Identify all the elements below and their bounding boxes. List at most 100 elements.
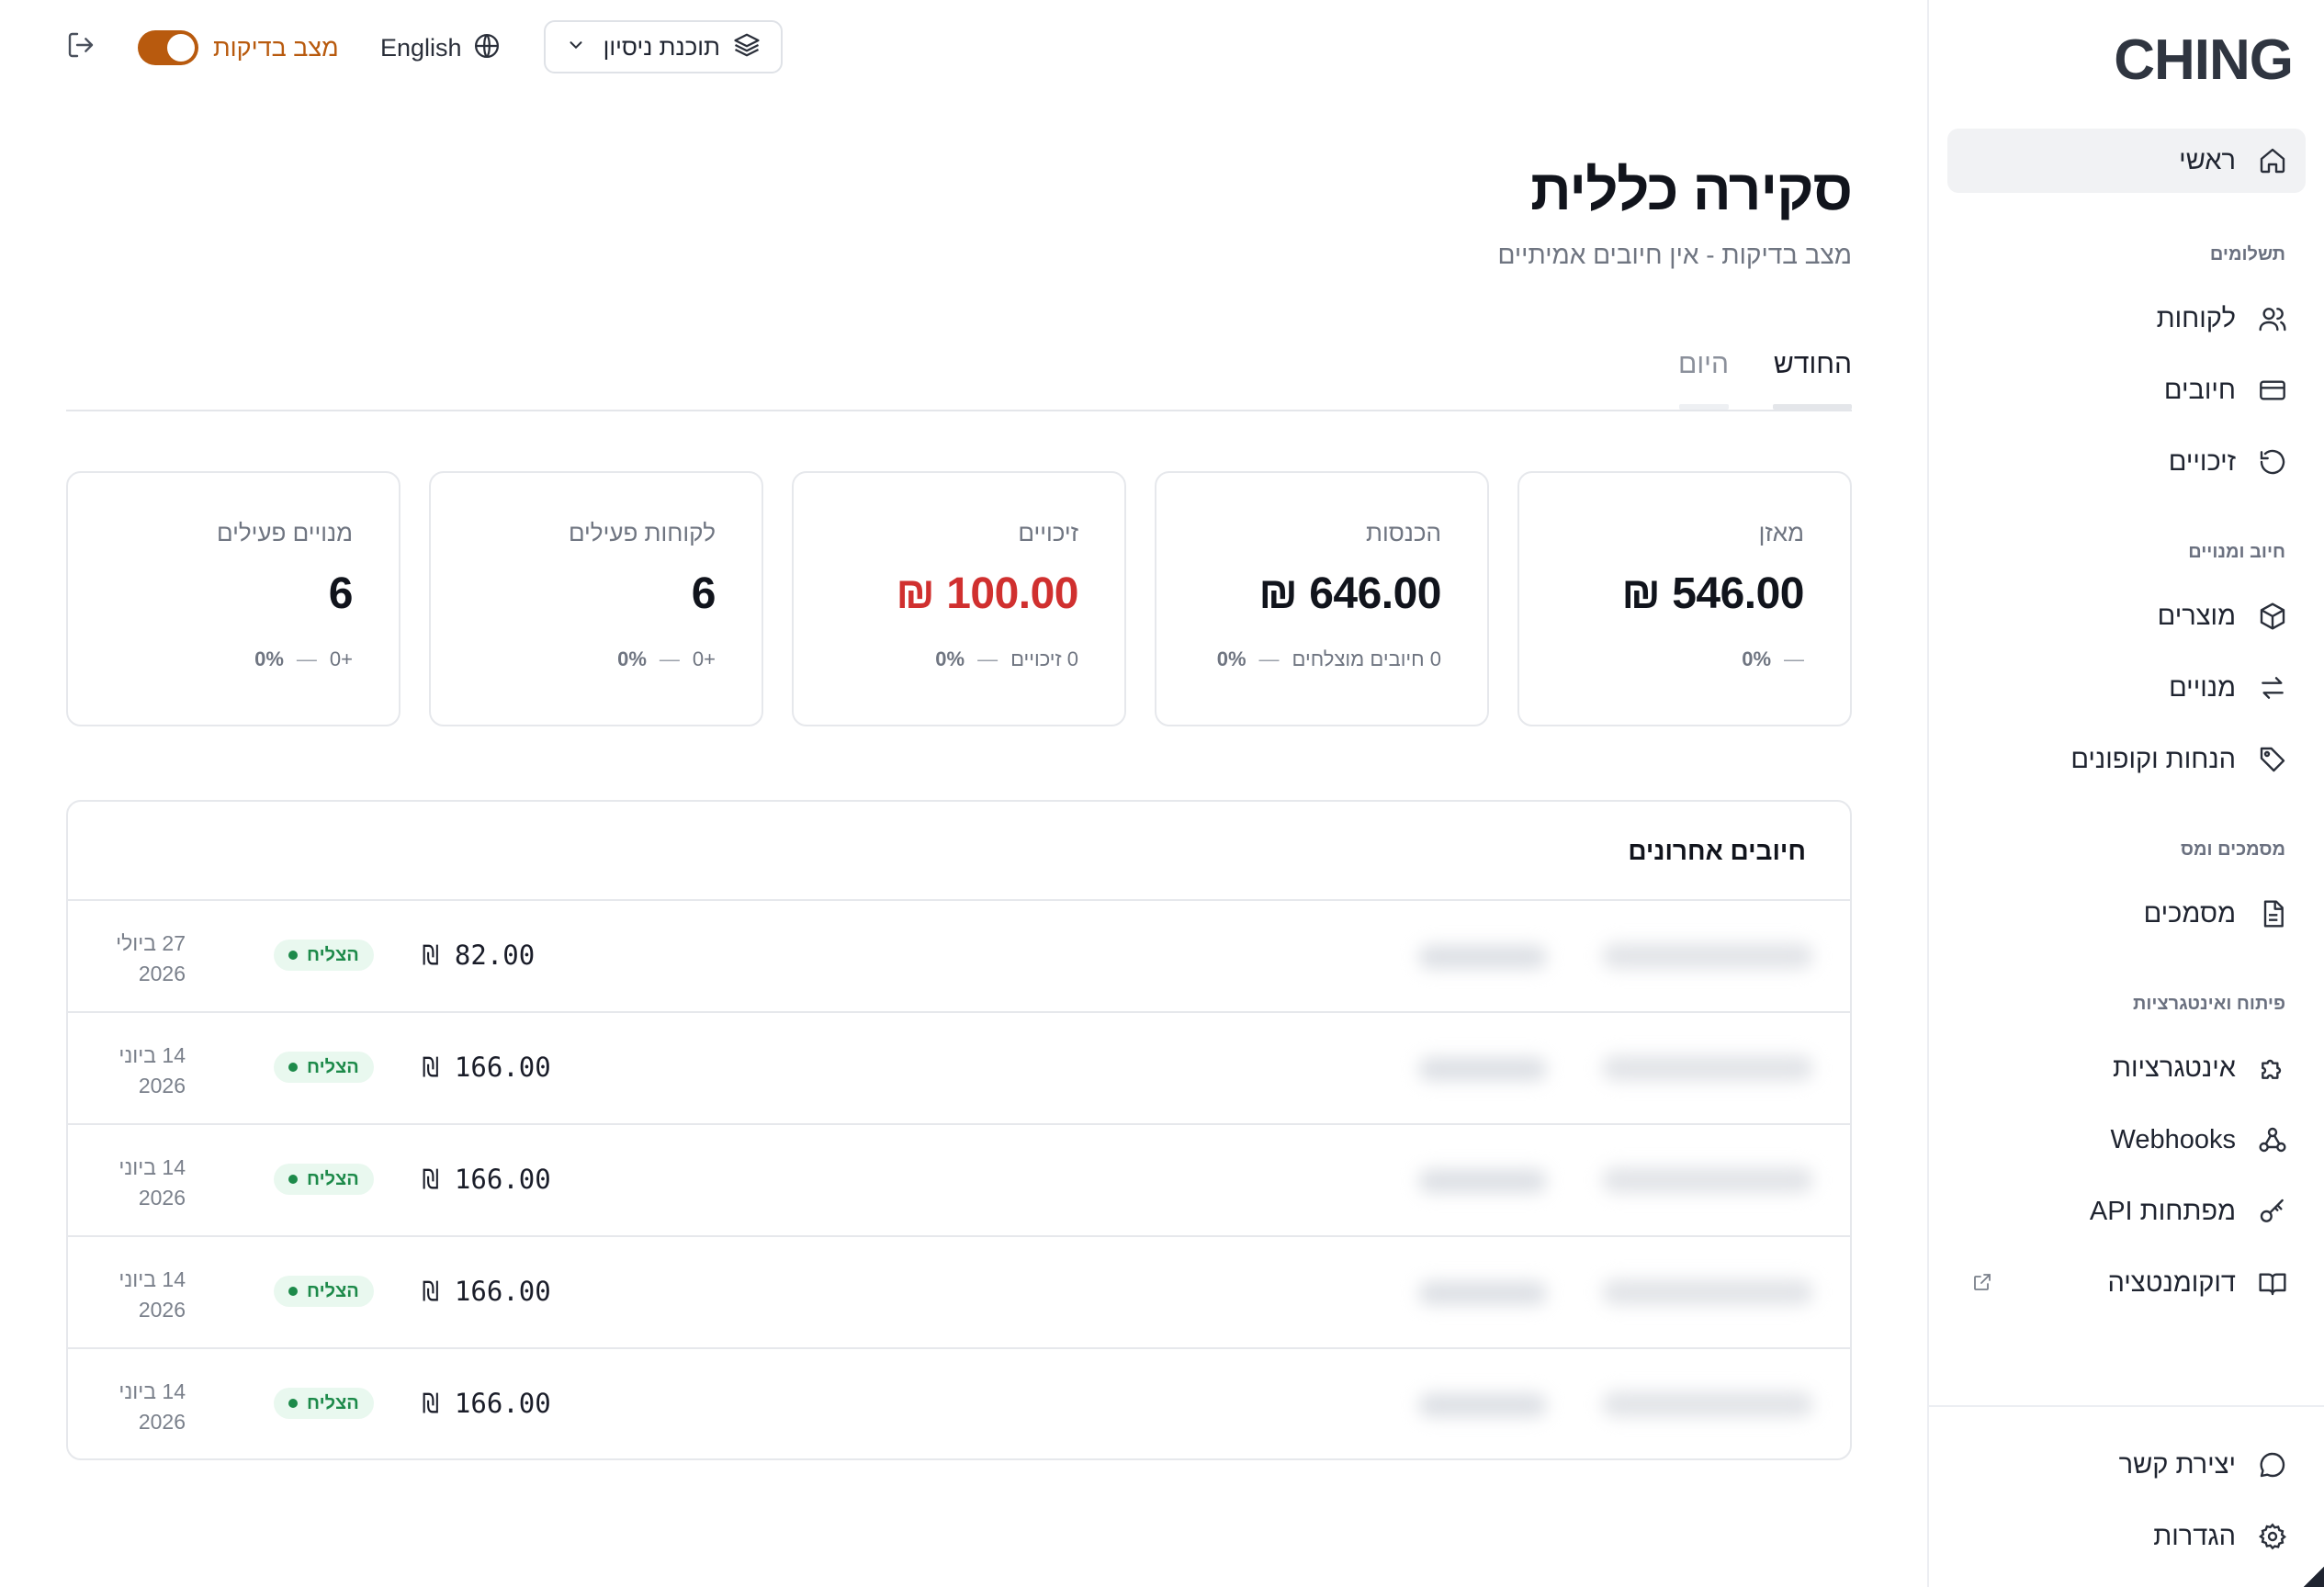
test-mode-toggle[interactable]: מצב בדיקות — [138, 28, 339, 68]
section-documents: מסמכים ומס — [2181, 839, 2285, 860]
sidebar-item-subscriptions[interactable]: מנויים — [1947, 656, 2306, 720]
stat-value: 100.00 ₪ — [896, 569, 1078, 618]
status-dot — [288, 1175, 298, 1184]
language-switch[interactable]: English — [380, 28, 501, 68]
sidebar-item-home[interactable]: ראשי — [1947, 129, 2306, 193]
sidebar-item-label: מסמכים — [2143, 898, 2236, 929]
status-badge: הצליח — [274, 1164, 374, 1195]
stat-percent: 0% — [935, 647, 965, 670]
sidebar-item-documents[interactable]: מסמכים — [1947, 882, 2306, 946]
status-badge: הצליח — [274, 1388, 374, 1419]
logout-button[interactable] — [66, 31, 97, 62]
stat-card-balance: מאזן 546.00 ₪ — 0% — [1517, 471, 1852, 726]
trend-dash: — — [977, 647, 998, 670]
stat-label: מאזן — [1758, 519, 1804, 546]
webhook-icon — [2256, 1123, 2289, 1156]
plan-select-label: תוכנת ניסיון — [603, 32, 720, 61]
sidebar-item-contact[interactable]: יצירת קשר — [1947, 1433, 2306, 1497]
page-title: סקירה כללית — [1530, 159, 1853, 222]
stat-percent: 0% — [617, 647, 647, 670]
switch-knob — [167, 34, 195, 62]
sidebar-item-label: זיכויים — [2168, 446, 2236, 477]
charge-date: 14 ביוני 2026 — [112, 1377, 186, 1437]
sidebar-item-label: הגדרות — [2153, 1521, 2236, 1551]
gear-icon — [2256, 1520, 2289, 1553]
sidebar-item-docs[interactable]: דוקומנטציה — [1947, 1251, 2306, 1315]
sidebar-item-coupons[interactable]: הנחות וקופונים — [1947, 727, 2306, 792]
stat-foot-text: 0 זיכויים — [1010, 647, 1078, 670]
date-year: 2026 — [138, 1074, 186, 1097]
stat-percent: 0% — [254, 647, 284, 670]
tab-this-month[interactable]: החודש — [1774, 349, 1852, 395]
status-text: הצליח — [307, 1392, 359, 1413]
table-row[interactable]: 27 ביולי 2026 הצליח ₪ 82.00 — [68, 899, 1850, 1011]
stat-label: זיכויים — [1018, 519, 1078, 546]
stat-value: 546.00 ₪ — [1621, 569, 1804, 618]
plan-select[interactable]: תוכנת ניסיון — [544, 20, 783, 73]
date-line: 14 ביוני — [118, 1155, 186, 1179]
sidebar-item-label: אינטגרציות — [2112, 1052, 2236, 1083]
stat-value: 6 — [691, 569, 716, 618]
home-icon — [2256, 144, 2289, 177]
sidebar-item-settings[interactable]: הגדרות — [1947, 1504, 2306, 1569]
sidebar-item-label: חיובים — [2163, 375, 2236, 405]
blurred-field — [1418, 1281, 1547, 1305]
stat-footer: 0 חיובים מוצלחים — 0% — [1217, 647, 1441, 671]
document-icon — [2256, 897, 2289, 930]
sidebar-item-label: יצירת קשר — [2118, 1449, 2236, 1480]
blurred-field — [1602, 1391, 1813, 1417]
status-text: הצליח — [307, 1168, 359, 1189]
sidebar-item-integrations[interactable]: אינטגרציות — [1947, 1036, 2306, 1100]
stat-foot-text: 0 חיובים מוצלחים — [1292, 647, 1441, 670]
sidebar-item-label: לקוחות — [2156, 303, 2236, 333]
sidebar-item-customers[interactable]: לקוחות — [1947, 287, 2306, 351]
layers-icon — [733, 31, 761, 63]
status-dot — [288, 951, 298, 960]
table-row[interactable]: 14 ביוני 2026 הצליח ₪ 166.00 — [68, 1235, 1850, 1347]
table-row[interactable]: 14 ביוני 2026 הצליח ₪ 166.00 — [68, 1347, 1850, 1458]
tab-today[interactable]: היום — [1678, 349, 1729, 395]
status-text: הצליח — [307, 944, 359, 965]
sidebar-item-webhooks[interactable]: Webhooks — [1947, 1108, 2306, 1172]
puzzle-icon — [2256, 1052, 2289, 1085]
tag-icon — [2256, 743, 2289, 776]
sidebar-item-api-keys[interactable]: מפתחות API — [1947, 1179, 2306, 1244]
blurred-field — [1418, 1057, 1547, 1081]
brand-logo[interactable]: CHING — [2114, 28, 2294, 93]
charge-date: 27 ביולי 2026 — [112, 929, 186, 989]
section-billing: חיוב ומנויים — [2188, 542, 2285, 562]
box-icon — [2256, 600, 2289, 633]
stat-card-active-subscriptions: מנויים פעילים 6 +0 — 0% — [66, 471, 400, 726]
status-badge: הצליח — [274, 1052, 374, 1083]
stat-foot-text: +0 — [692, 647, 716, 670]
table-row[interactable]: 14 ביוני 2026 הצליח ₪ 166.00 — [68, 1123, 1850, 1235]
chevron-down-icon — [566, 35, 586, 60]
blurred-field — [1418, 945, 1547, 969]
test-mode-switch[interactable] — [138, 30, 198, 65]
stat-card-active-customers: לקוחות פעילים 6 +0 — 0% — [429, 471, 763, 726]
section-payments: תשלומים — [2209, 244, 2285, 264]
external-link-icon — [1971, 1271, 1995, 1295]
blurred-field — [1418, 1169, 1547, 1193]
sidebar-divider — [1927, 1405, 2324, 1407]
blurred-field — [1602, 1055, 1813, 1081]
trend-dash: — — [296, 647, 317, 670]
recent-charges-title: חיובים אחרונים — [1628, 837, 1806, 865]
chat-icon — [2256, 1448, 2289, 1481]
page-subtitle: מצב בדיקות - אין חיובים אמיתיים — [1497, 241, 1852, 269]
sidebar: CHING ראשי תשלומים לקוחות חיובים זיכויים… — [1927, 0, 2324, 1587]
stat-footer: 0 זיכויים — 0% — [935, 647, 1078, 671]
credit-card-icon — [2256, 374, 2289, 407]
sidebar-item-products[interactable]: מוצרים — [1947, 584, 2306, 648]
globe-icon — [473, 32, 501, 64]
sidebar-item-charges[interactable]: חיובים — [1947, 358, 2306, 422]
charge-date: 14 ביוני 2026 — [112, 1265, 186, 1325]
status-dot — [288, 1063, 298, 1072]
table-row[interactable]: 14 ביוני 2026 הצליח ₪ 166.00 — [68, 1011, 1850, 1123]
sidebar-item-refunds[interactable]: זיכויים — [1947, 430, 2306, 494]
date-line: 14 ביוני — [118, 1267, 186, 1291]
date-year: 2026 — [138, 962, 186, 985]
stat-foot-text: +0 — [329, 647, 353, 670]
date-year: 2026 — [138, 1298, 186, 1322]
charge-amount: ₪ 166.00 — [423, 1276, 551, 1307]
